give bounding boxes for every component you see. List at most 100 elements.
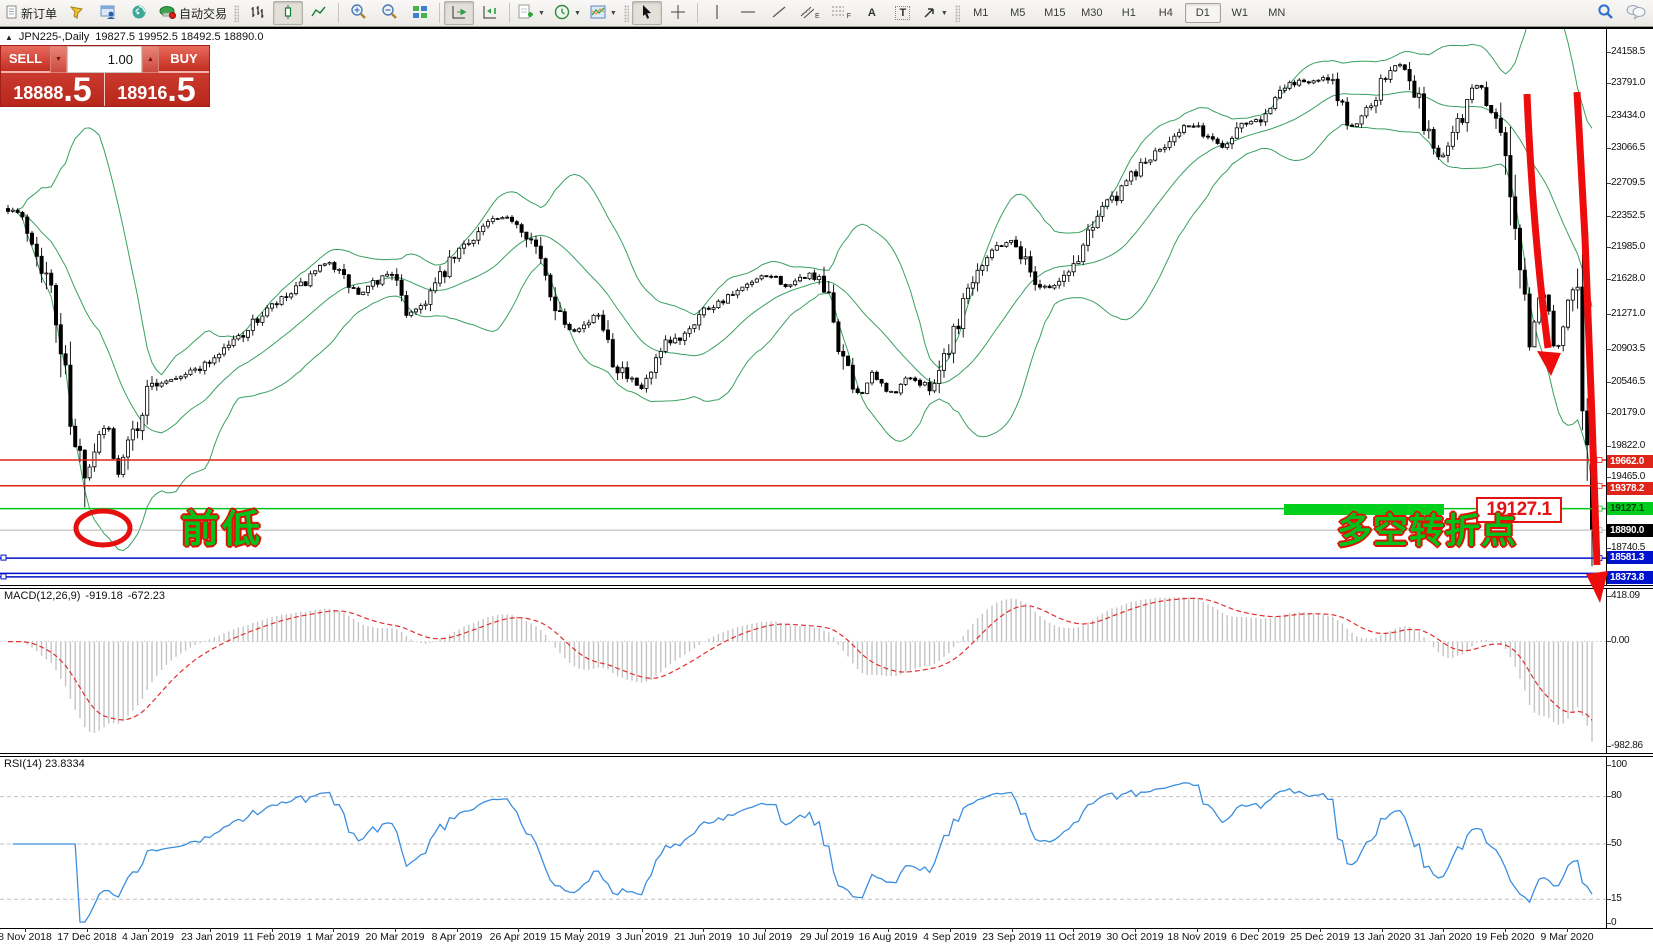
search-button[interactable] (1590, 1, 1620, 25)
cursor-arrow-icon (640, 4, 654, 23)
trendline-tool[interactable] (764, 1, 794, 25)
ask-integer: 18916 (117, 84, 167, 102)
red-arrow-1-head (1537, 351, 1561, 376)
timeframe-button-d1[interactable]: D1 (1185, 3, 1221, 23)
line-handle[interactable] (1, 574, 6, 579)
toolbar-separator (439, 3, 440, 23)
timeframe-button-m15[interactable]: M15 (1037, 3, 1073, 23)
vertical-line-tool[interactable] (702, 1, 732, 25)
volume-increase-button[interactable]: ▲ (142, 46, 159, 73)
timeframe-button-mn[interactable]: MN (1259, 3, 1295, 23)
timeframe-button-w1[interactable]: W1 (1222, 3, 1258, 23)
chat-bubbles-icon (1626, 4, 1646, 23)
top-toolbar: 新订单 自动交易 (0, 0, 1653, 27)
equidistant-channel-icon (800, 4, 814, 23)
red-arrow-2-head (1586, 571, 1608, 603)
dropdown-caret-icon: ▼ (941, 10, 948, 17)
tile-windows-button[interactable] (405, 1, 435, 25)
toolbar-grip (234, 5, 239, 22)
funnel-icon (69, 4, 85, 23)
new-order-button[interactable]: 新订单 (2, 1, 61, 25)
bid-decimal: .5 (63, 76, 91, 105)
auto-trading-icon (159, 4, 176, 22)
horizontal-line-tool[interactable] (733, 1, 763, 25)
sell-button[interactable]: SELL (1, 46, 50, 73)
shapes-tool[interactable]: ▼ (919, 1, 952, 25)
cursor-button[interactable] (632, 1, 662, 25)
line-handle[interactable] (1, 555, 6, 560)
fibonacci-icon (831, 5, 846, 22)
chart-plot-area[interactable] (0, 0, 1653, 945)
candle-wicks (8, 62, 1592, 566)
chat-button[interactable] (1621, 1, 1651, 25)
auto-trading-button[interactable]: 自动交易 (155, 1, 231, 25)
bollinger-middle-band (18, 92, 1592, 433)
label-tool[interactable]: T (888, 1, 918, 25)
sonar-button[interactable] (124, 1, 154, 25)
vertical-line-icon (712, 4, 722, 23)
zoom-in-icon (350, 3, 367, 23)
toolbar-grip (955, 5, 960, 22)
chart-shift-button[interactable] (475, 1, 505, 25)
line-chart-icon (311, 4, 327, 23)
indicators-button[interactable]: ▼ (514, 1, 549, 25)
candlestick-icon (280, 4, 296, 23)
bollinger-lower-band (18, 124, 1592, 550)
ask-price[interactable]: 18916 .5 (105, 73, 208, 106)
new-order-label: 新订单 (21, 5, 57, 22)
line-chart-button[interactable] (304, 1, 334, 25)
timeframe-button-m5[interactable]: M5 (1000, 3, 1036, 23)
collapse-trade-panel-icon[interactable]: ▲ (5, 33, 13, 42)
timeframe-button-m1[interactable]: M1 (963, 3, 999, 23)
zoom-out-button[interactable] (374, 1, 404, 25)
sonar-icon (131, 4, 147, 23)
main-price-panel[interactable] (0, 3, 1606, 579)
zoom-out-icon (381, 3, 398, 23)
new-order-icon (6, 5, 18, 22)
macd-panel[interactable] (0, 597, 1606, 742)
auto-scroll-button[interactable] (444, 1, 474, 25)
one-click-trading-panel: SELL ▼ 1.00 ▲ BUY 18888 .5 18916 .5 (1, 46, 209, 106)
funnel-button[interactable] (62, 1, 92, 25)
text-tool[interactable]: A (857, 1, 887, 25)
ohlc-readout: 19827.5 19952.5 18492.5 18890.0 (95, 31, 263, 43)
search-icon (1597, 3, 1614, 23)
bar-chart-button[interactable] (242, 1, 272, 25)
clock-icon (554, 4, 570, 23)
horizontal-line-18373.8[interactable] (0, 573, 1606, 577)
channel-tool[interactable]: E (795, 1, 825, 25)
horizontal-line-icon (740, 6, 756, 20)
crosshair-icon (670, 4, 686, 23)
dropdown-caret-icon: ▼ (610, 10, 617, 17)
periods-button[interactable]: ▼ (550, 1, 585, 25)
volume-input[interactable]: 1.00 (67, 46, 142, 73)
bid-price[interactable]: 18888 .5 (1, 73, 105, 106)
channel-letter: E (815, 13, 820, 20)
tile-windows-icon (412, 4, 428, 23)
timeframe-button-h4[interactable]: H4 (1148, 3, 1184, 23)
text-tool-icon: A (868, 7, 876, 19)
rsi-line (13, 783, 1592, 922)
add-indicator-icon (518, 4, 534, 23)
fibonacci-tool[interactable]: F (826, 1, 856, 25)
community-button[interactable] (93, 1, 123, 25)
buy-button[interactable]: BUY (159, 46, 209, 73)
symbol-period-title: JPN225-,Daily (19, 31, 89, 43)
zoom-in-button[interactable] (343, 1, 373, 25)
prev-low-circle (76, 511, 130, 545)
auto-scroll-icon (451, 4, 468, 23)
templates-button[interactable]: ▼ (586, 1, 621, 25)
crosshair-button[interactable] (663, 1, 693, 25)
macd-signal-line (8, 598, 1592, 720)
rsi-panel[interactable] (0, 783, 1606, 922)
candlestick-button[interactable] (273, 1, 303, 25)
ask-decimal: .5 (167, 76, 195, 105)
prev-low-annotation: 前低 (181, 511, 263, 549)
turning-point-annotation: 多空转折点 (1337, 514, 1517, 549)
timeframe-button-h1[interactable]: H1 (1111, 3, 1147, 23)
timeframe-button-m30[interactable]: M30 (1074, 3, 1110, 23)
dropdown-caret-icon: ▼ (538, 10, 545, 17)
timeframe-group: M1M5M15M30H1H4D1W1MN (963, 3, 1295, 23)
toolbar-separator (338, 3, 339, 23)
volume-decrease-button[interactable]: ▼ (50, 46, 67, 73)
